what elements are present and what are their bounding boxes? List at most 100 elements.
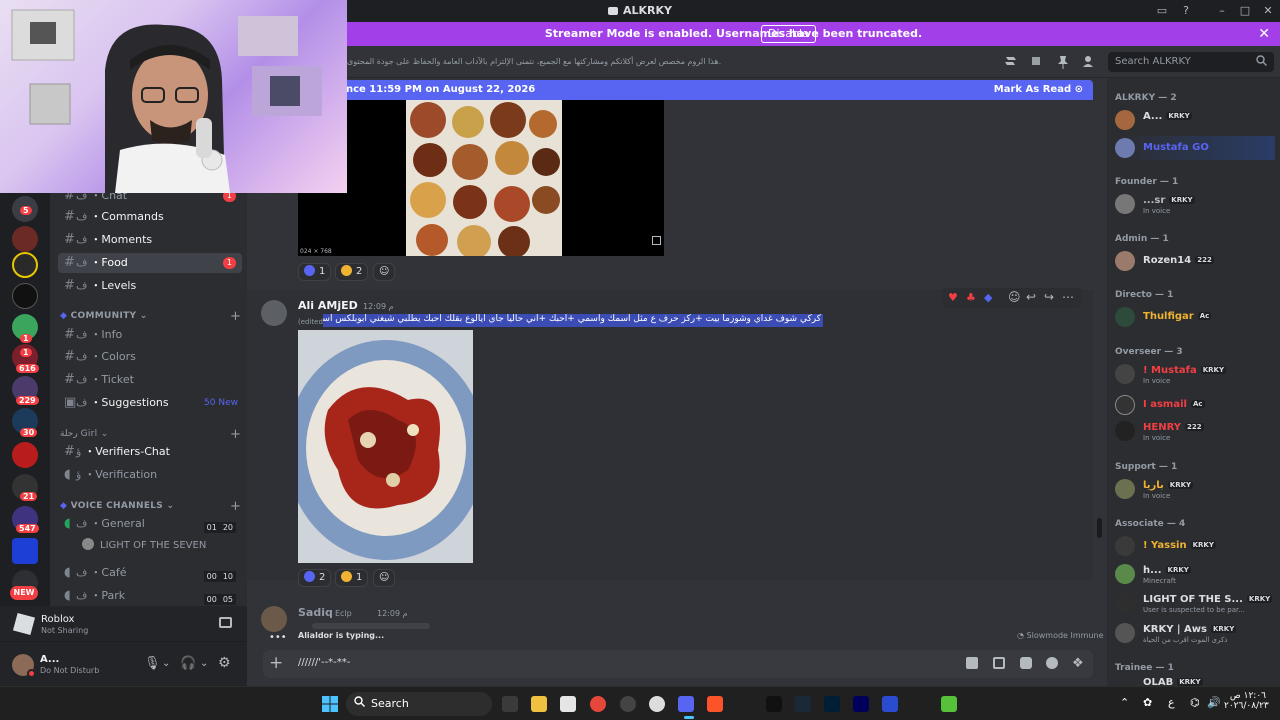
reaction-pill[interactable]: 2 [298, 569, 332, 587]
member-row[interactable]: KRKY | Aws KRKY ذكرى الموت اقرب من الحياة [1115, 621, 1275, 645]
reaction-pill[interactable]: 1 [298, 263, 332, 281]
reply-icon[interactable]: ↩ [1026, 290, 1036, 304]
member-row[interactable]: I asmail Ac [1115, 393, 1275, 417]
channel-suggestions[interactable]: ▣ف ・Suggestions 50 New [58, 393, 242, 413]
obs-icon[interactable] [649, 696, 665, 712]
file-explorer-icon[interactable] [531, 696, 547, 712]
close-banner-icon[interactable]: ✕ [1258, 26, 1270, 42]
windows-start-icon[interactable] [322, 696, 338, 712]
avatar[interactable] [261, 300, 287, 326]
expand-icon[interactable] [652, 236, 661, 245]
username[interactable]: A... [40, 654, 59, 665]
settings-gear-icon[interactable]: ⚙ [218, 655, 231, 671]
add-attachment-icon[interactable]: + [269, 653, 283, 673]
rose-reaction-icon[interactable]: ♣ [966, 291, 976, 304]
sticker-icon[interactable] [1020, 657, 1032, 669]
channel-food[interactable]: #ف ・Food 1 [58, 253, 242, 273]
channel-moments[interactable]: #ف ・Moments [58, 230, 242, 250]
message-input[interactable]: //////'--*-**- [298, 657, 350, 668]
chevron-up-icon[interactable]: ⌃ [1120, 696, 1129, 709]
apps-icon[interactable]: ❖ [1072, 656, 1084, 671]
add-reaction-button[interactable]: ☺ [373, 263, 395, 281]
close-window-button[interactable]: ✕ [1260, 3, 1276, 19]
member-row[interactable]: Rozen14 222 [1115, 249, 1275, 273]
microphone-icon[interactable]: 🎙 [144, 656, 161, 671]
disable-streamer-button[interactable]: Disable [761, 25, 816, 43]
reaction-pill[interactable]: 2 [335, 263, 369, 281]
discord-icon[interactable] [678, 696, 694, 712]
channel-info[interactable]: #ف ・Info [58, 325, 242, 345]
member-row[interactable]: HENRY 222 In voice [1115, 419, 1275, 443]
emoji-icon[interactable] [1046, 657, 1058, 669]
scrollbar-thumb[interactable] [1097, 518, 1102, 538]
voice-member[interactable]: LIGHT OF THE SEVEN [76, 536, 242, 556]
tray-app-icon[interactable]: ✿ [1143, 696, 1152, 709]
member-row[interactable]: ! Mustafa KRKY In voice [1115, 362, 1275, 386]
help-icon[interactable]: ? [1178, 3, 1194, 19]
food-image-embed[interactable]: 024 × 768 [298, 100, 664, 256]
voice-channel-park[interactable]: ◖ ف ・Park 00 05 [58, 586, 242, 606]
brave-icon[interactable] [707, 696, 723, 712]
new-messages-bar[interactable]: nce 11:59 PM on August 22, 2026 Mark As … [338, 80, 1093, 100]
add-reaction-icon[interactable]: ☺ [1008, 290, 1021, 304]
krky-reaction-icon[interactable]: ◆ [984, 291, 992, 304]
add-reaction-button[interactable]: ☺ [373, 569, 395, 587]
app-icon[interactable] [882, 696, 898, 712]
chevron-down-icon[interactable]: ⌄ [200, 658, 208, 669]
language-indicator[interactable]: ع [1168, 696, 1175, 709]
member-row[interactable]: A... KRKY [1115, 108, 1275, 132]
server-icon[interactable] [12, 538, 38, 564]
volume-icon[interactable]: 🔊 [1207, 696, 1221, 709]
server-icon[interactable] [12, 226, 38, 252]
member-row[interactable]: ...sr KRKY In voice [1115, 192, 1275, 216]
category-community[interactable]: ◆ COMMUNITY ⌄ + [60, 309, 241, 324]
network-icon[interactable]: ⌬ [1190, 696, 1200, 709]
reaction-pill[interactable]: 1 [335, 569, 369, 587]
member-row[interactable]: ! Yassin KRKY [1115, 534, 1275, 558]
inbox-icon[interactable]: ▭ [1154, 3, 1170, 19]
message-composer[interactable]: + //////'--*-**- ❖ [263, 650, 1093, 678]
channel-colors[interactable]: #ف ・Colors [58, 347, 242, 367]
premiere-icon[interactable] [853, 696, 869, 712]
member-row[interactable]: LIGHT OF THE S... KRKY User is suspected t… [1115, 591, 1275, 615]
voice-channel-cafe[interactable]: ◖ ف ・Café 00 10 [58, 563, 242, 583]
member-row[interactable]: h... KRKY Minecraft [1115, 562, 1275, 586]
add-channel-icon[interactable]: + [230, 427, 241, 442]
chrome-icon[interactable] [590, 696, 606, 712]
category-girl[interactable]: رحلة Girl ⌄ + [60, 427, 241, 442]
channel-levels[interactable]: #ف ・Levels [58, 276, 242, 296]
message-author[interactable]: Ali AMjED [298, 299, 358, 312]
gif-icon[interactable] [993, 657, 1005, 669]
store-icon[interactable] [560, 696, 576, 712]
add-channel-icon[interactable]: + [230, 499, 241, 514]
forward-icon[interactable]: ↪ [1044, 290, 1054, 304]
activity-row[interactable]: Roblox Not Sharing [0, 606, 247, 642]
new-badge[interactable]: NEW [10, 586, 38, 600]
category-voice[interactable]: ◆ VOICE CHANNELS ⌄ + [60, 499, 241, 514]
add-channel-icon[interactable]: + [230, 309, 241, 324]
server-icon[interactable] [12, 283, 38, 309]
headphones-icon[interactable]: 🎧 [180, 656, 196, 671]
search-input[interactable]: Search ALKRKY [1108, 52, 1274, 72]
channel-commands[interactable]: #ف ・Commands [58, 207, 242, 227]
app-icon[interactable] [620, 696, 636, 712]
minimize-button[interactable]: – [1214, 3, 1230, 19]
minecraft-icon[interactable] [941, 696, 957, 712]
maximize-button[interactable]: □ [1237, 3, 1253, 19]
channel-topic[interactable]: هذا الروم مخصص لعرض أكلاتكم ومشاركتها مع… [347, 57, 721, 66]
capcut-icon[interactable] [766, 696, 782, 712]
server-icon[interactable] [12, 252, 38, 278]
clock[interactable]: ١٢:٠٦ ص ٢٠٢٦/٠٨/٢٣ [1224, 691, 1269, 711]
avatar[interactable] [261, 606, 287, 632]
member-row[interactable]: OLAB KRKY [1115, 677, 1275, 686]
mark-as-read-button[interactable]: Mark As Read ⊙ [994, 84, 1083, 95]
more-options-icon[interactable]: ⋯ [1062, 290, 1074, 304]
task-view-icon[interactable] [502, 696, 518, 712]
share-screen-icon[interactable] [219, 617, 232, 628]
photoshop-icon[interactable] [824, 696, 840, 712]
voice-channel-general[interactable]: ◖ ف ・General 01 20 [58, 514, 242, 534]
steam-icon[interactable] [795, 696, 811, 712]
heart-reaction-icon[interactable]: ♥ [948, 291, 958, 304]
channel-ticket[interactable]: #ف ・Ticket [58, 370, 242, 390]
channel-verifiers-chat[interactable]: #ؤ ・Verifiers-Chat [58, 442, 242, 462]
